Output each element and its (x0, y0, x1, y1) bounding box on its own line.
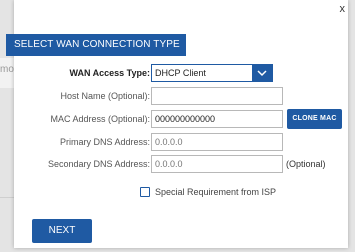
special-requirement-label: Special Requirement from ISP (155, 187, 277, 197)
close-icon[interactable]: x (340, 3, 346, 15)
secondary-dns-input[interactable] (151, 155, 283, 173)
secondary-dns-optional-note: (Optional) (286, 159, 326, 169)
special-requirement-checkbox[interactable] (140, 187, 150, 197)
mac-address-label-row: MAC Address (Optional): (14, 110, 150, 128)
primary-dns-input[interactable] (151, 133, 283, 151)
mac-address-input[interactable] (151, 110, 283, 128)
wan-connection-dialog: x SELECT WAN CONNECTION TYPE WAN Access … (6, 0, 348, 248)
chevron-down-icon[interactable] (252, 65, 272, 81)
wan-access-type-select[interactable]: DHCP Client (151, 64, 273, 82)
secondary-dns-label-row: Secondary DNS Address: (14, 155, 150, 173)
wan-access-type-label-row: WAN Access Type: (14, 64, 150, 82)
host-name-label-row: Host Name (Optional): (14, 87, 150, 105)
primary-dns-label-row: Primary DNS Address: (14, 133, 150, 151)
primary-dns-label: Primary DNS Address: (59, 137, 150, 147)
secondary-dns-label: Secondary DNS Address: (47, 159, 150, 169)
mac-address-label: MAC Address (Optional): (50, 114, 150, 124)
background-divider (0, 197, 14, 198)
background-text-fragment: mo (0, 64, 14, 75)
dialog-title: SELECT WAN CONNECTION TYPE (6, 34, 186, 56)
wan-access-type-value: DHCP Client (155, 68, 206, 78)
wan-access-type-label: WAN Access Type: (69, 68, 150, 78)
host-name-input[interactable] (151, 87, 283, 105)
next-button[interactable]: NEXT (32, 219, 92, 243)
host-name-label: Host Name (Optional): (60, 91, 150, 101)
clone-mac-button[interactable]: CLONE MAC (287, 109, 342, 129)
